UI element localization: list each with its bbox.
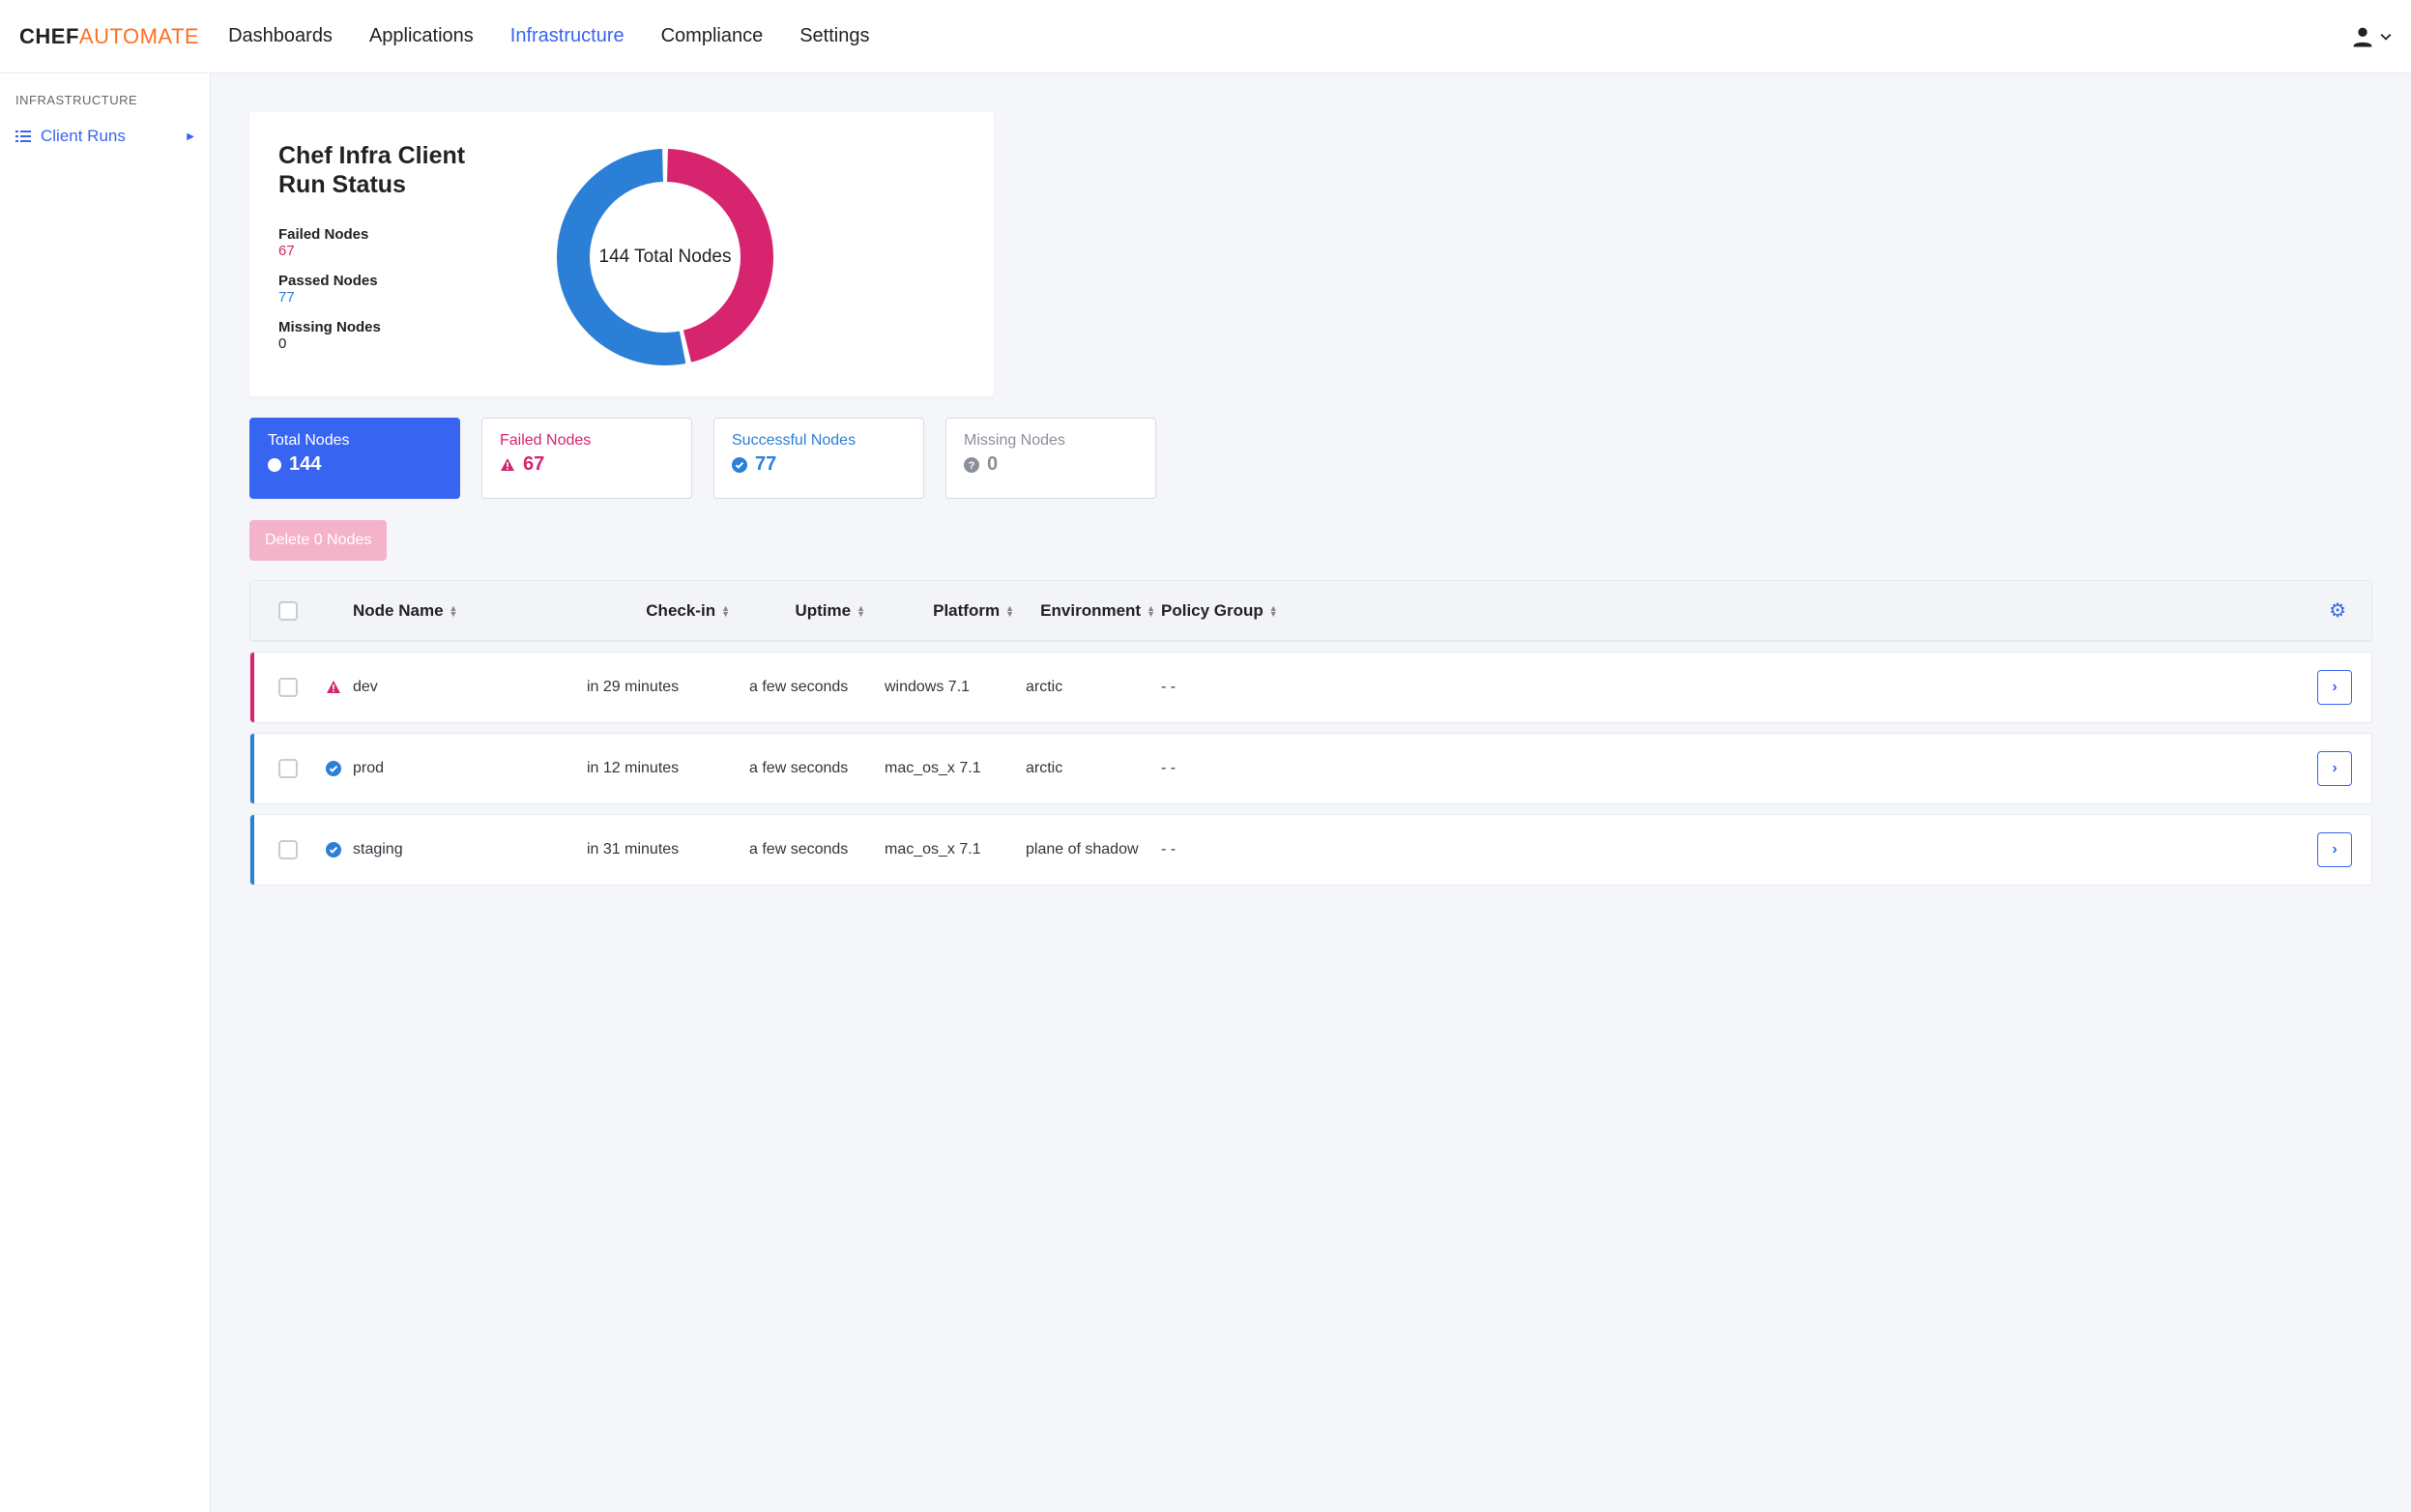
cell-policy-group: - - bbox=[1161, 679, 1283, 696]
select-all-checkbox[interactable] bbox=[278, 601, 298, 621]
topbar: CHEFAUTOMATE Dashboards Applications Inf… bbox=[0, 0, 2411, 73]
nav-settings[interactable]: Settings bbox=[799, 25, 869, 47]
cell-node-name: staging bbox=[353, 841, 587, 858]
row-checkbox[interactable] bbox=[278, 759, 298, 778]
cell-node-name: prod bbox=[353, 760, 587, 777]
row-detail-button[interactable]: › bbox=[2317, 832, 2352, 867]
table-row: prodin 12 minutesa few secondsmac_os_x 7… bbox=[249, 733, 2372, 804]
donut-center-label: 144 Total Nodes bbox=[549, 141, 781, 373]
th-policy-group[interactable]: Policy Group ▲▼ bbox=[1161, 601, 1283, 621]
tile-label: Missing Nodes bbox=[964, 432, 1138, 450]
nodes-table: Node Name ▲▼ Check-in ▲▼ Uptime ▲▼ Platf… bbox=[249, 580, 2372, 886]
logo-automate: AUTOMATE bbox=[79, 24, 199, 48]
status-title: Chef Infra Client Run Status bbox=[278, 141, 510, 199]
passed-nodes-count: 77 bbox=[278, 289, 510, 305]
row-detail-button[interactable]: › bbox=[2317, 670, 2352, 705]
tile-count: 0 bbox=[987, 453, 998, 476]
nav-infrastructure[interactable]: Infrastructure bbox=[510, 25, 625, 47]
cell-check-in: in 31 minutes bbox=[587, 841, 749, 858]
passed-nodes-label: Passed Nodes bbox=[278, 273, 510, 289]
status-card: Chef Infra Client Run Status Failed Node… bbox=[249, 112, 994, 396]
failed-nodes-count: 67 bbox=[278, 243, 510, 259]
sort-icon: ▲▼ bbox=[857, 605, 865, 617]
cell-uptime: a few seconds bbox=[749, 679, 885, 696]
cell-platform: mac_os_x 7.1 bbox=[885, 760, 1026, 777]
missing-nodes-count: 0 bbox=[278, 335, 510, 352]
table-row: devin 29 minutesa few secondswindows 7.1… bbox=[249, 652, 2372, 723]
failed-nodes-label: Failed Nodes bbox=[278, 226, 510, 243]
circle-icon bbox=[268, 458, 281, 472]
tile-label: Failed Nodes bbox=[500, 432, 674, 450]
donut-chart: 144 Total Nodes bbox=[549, 141, 781, 373]
user-icon bbox=[2349, 23, 2376, 50]
tile-count: 144 bbox=[289, 453, 321, 476]
row-checkbox[interactable] bbox=[278, 840, 298, 859]
chevron-down-icon bbox=[2380, 31, 2392, 43]
filter-tiles: Total Nodes 144 Failed Nodes 67 Successf… bbox=[249, 418, 2372, 499]
cell-policy-group: - - bbox=[1161, 841, 1283, 858]
tile-failed-nodes[interactable]: Failed Nodes 67 bbox=[481, 418, 692, 499]
cell-environment: arctic bbox=[1026, 760, 1161, 777]
th-platform[interactable]: Platform ▲▼ bbox=[885, 601, 1026, 621]
sidebar-item-client-runs[interactable]: Client Runs ▶ bbox=[0, 121, 210, 152]
nav-applications[interactable]: Applications bbox=[369, 25, 474, 47]
cell-uptime: a few seconds bbox=[749, 841, 885, 858]
delete-nodes-button[interactable]: Delete 0 Nodes bbox=[249, 520, 387, 561]
check-circle-icon bbox=[732, 457, 747, 473]
cell-check-in: in 12 minutes bbox=[587, 760, 749, 777]
nav-dashboards[interactable]: Dashboards bbox=[228, 25, 333, 47]
sort-icon: ▲▼ bbox=[450, 605, 458, 617]
tile-label: Successful Nodes bbox=[732, 432, 906, 450]
warning-icon bbox=[500, 457, 515, 473]
table-header: Node Name ▲▼ Check-in ▲▼ Uptime ▲▼ Platf… bbox=[250, 581, 2371, 641]
row-detail-button[interactable]: › bbox=[2317, 751, 2352, 786]
sort-icon: ▲▼ bbox=[721, 605, 730, 617]
tile-count: 77 bbox=[755, 453, 776, 476]
cell-platform: mac_os_x 7.1 bbox=[885, 841, 1026, 858]
tile-total-nodes[interactable]: Total Nodes 144 bbox=[249, 418, 460, 499]
check-circle-icon bbox=[326, 842, 341, 858]
warning-icon bbox=[326, 680, 341, 695]
gear-icon[interactable]: ⚙ bbox=[2329, 598, 2346, 623]
svg-text:?: ? bbox=[969, 460, 975, 472]
cell-uptime: a few seconds bbox=[749, 760, 885, 777]
cell-environment: arctic bbox=[1026, 679, 1161, 696]
nav-compliance[interactable]: Compliance bbox=[661, 25, 764, 47]
logo-chef: CHEF bbox=[19, 24, 79, 48]
chevron-right-icon: ▶ bbox=[187, 131, 194, 142]
main: Chef Infra Client Run Status Failed Node… bbox=[211, 73, 2411, 1512]
tile-successful-nodes[interactable]: Successful Nodes 77 bbox=[713, 418, 924, 499]
th-check-in[interactable]: Check-in ▲▼ bbox=[587, 601, 749, 621]
sort-icon: ▲▼ bbox=[1005, 605, 1014, 617]
table-row: stagingin 31 minutesa few secondsmac_os_… bbox=[249, 814, 2372, 886]
question-circle-icon: ? bbox=[964, 457, 979, 473]
list-icon bbox=[15, 129, 31, 144]
check-circle-icon bbox=[326, 761, 341, 776]
logo: CHEFAUTOMATE bbox=[19, 24, 199, 49]
top-nav: Dashboards Applications Infrastructure C… bbox=[228, 25, 869, 47]
cell-check-in: in 29 minutes bbox=[587, 679, 749, 696]
user-menu[interactable] bbox=[2349, 23, 2392, 50]
th-uptime[interactable]: Uptime ▲▼ bbox=[749, 601, 885, 621]
sidebar: INFRASTRUCTURE Client Runs ▶ bbox=[0, 73, 211, 1512]
th-environment[interactable]: Environment ▲▼ bbox=[1026, 601, 1161, 621]
sidebar-heading: INFRASTRUCTURE bbox=[0, 93, 210, 121]
tile-missing-nodes[interactable]: Missing Nodes ? 0 bbox=[945, 418, 1156, 499]
cell-platform: windows 7.1 bbox=[885, 679, 1026, 696]
sort-icon: ▲▼ bbox=[1269, 605, 1278, 617]
missing-nodes-label: Missing Nodes bbox=[278, 319, 510, 335]
sort-icon: ▲▼ bbox=[1147, 605, 1155, 617]
cell-environment: plane of shadow bbox=[1026, 841, 1161, 858]
th-node-name[interactable]: Node Name ▲▼ bbox=[353, 601, 587, 621]
cell-policy-group: - - bbox=[1161, 760, 1283, 777]
tile-count: 67 bbox=[523, 453, 544, 476]
tile-label: Total Nodes bbox=[268, 432, 442, 450]
sidebar-item-label: Client Runs bbox=[41, 127, 126, 146]
cell-node-name: dev bbox=[353, 679, 587, 696]
row-checkbox[interactable] bbox=[278, 678, 298, 697]
